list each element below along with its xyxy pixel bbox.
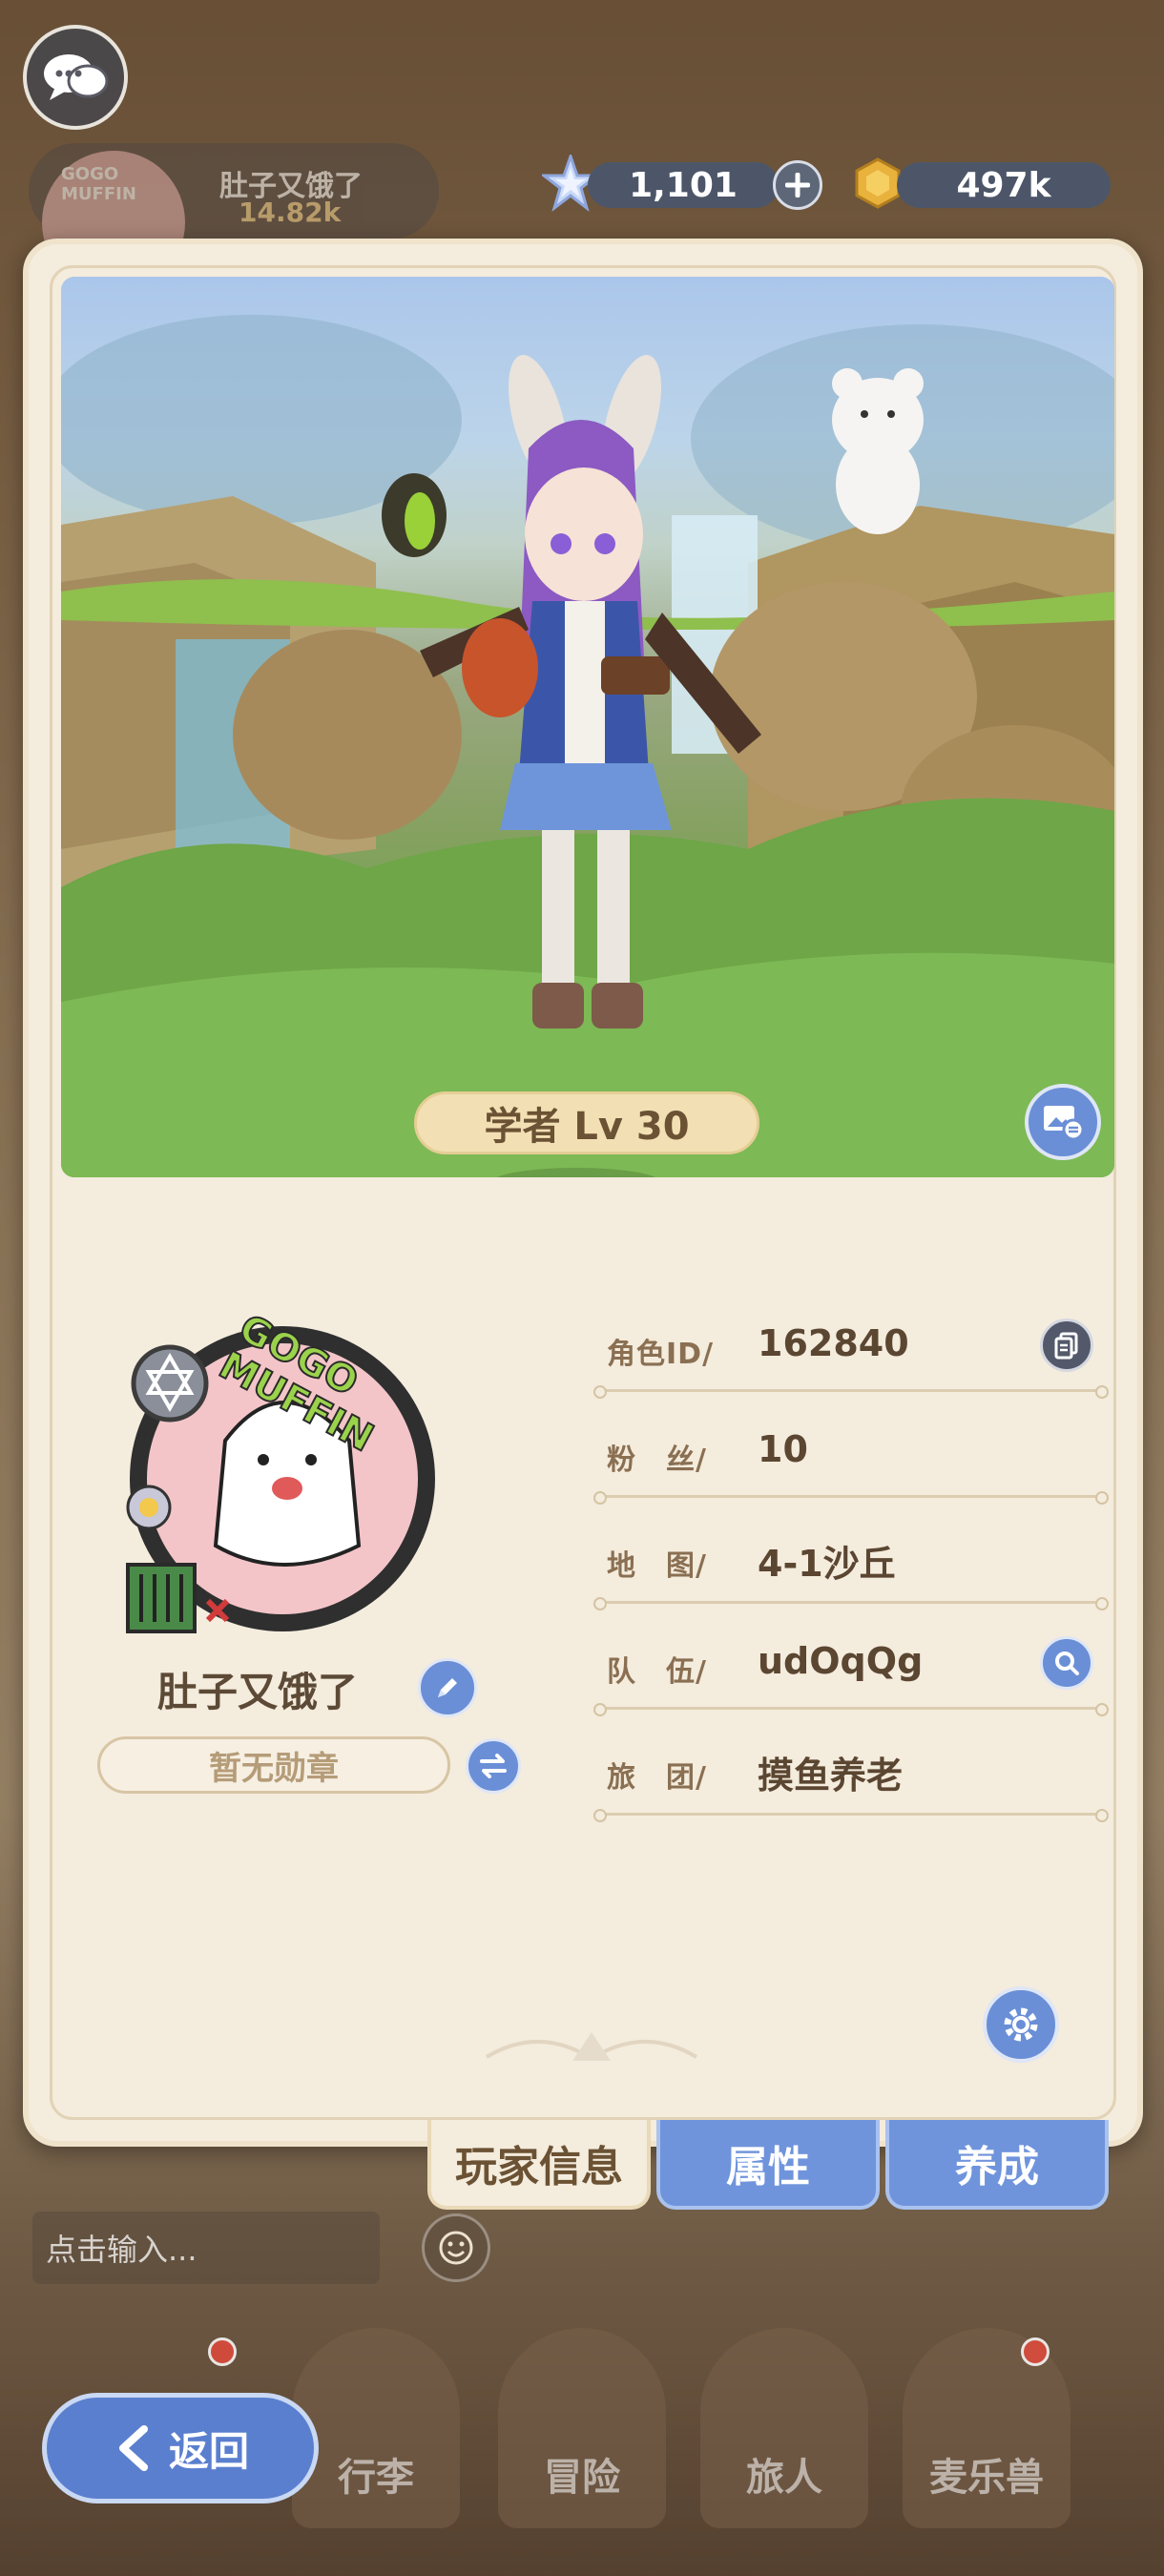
copy-icon bbox=[1054, 1332, 1078, 1360]
hud-avatar-logo-text: GOGO MUFFIN bbox=[61, 164, 136, 204]
info-value-fans: 10 bbox=[758, 1428, 808, 1470]
tab-attributes[interactable]: 属性 bbox=[656, 2120, 880, 2210]
back-label: 返回 bbox=[168, 2427, 249, 2475]
gear-icon bbox=[1004, 2007, 1038, 2042]
player-avatar[interactable]: GOGO MUFFIN bbox=[120, 1298, 483, 1660]
info-row-team: 队 伍/ udOqQg bbox=[593, 1627, 1109, 1732]
smiley-icon bbox=[439, 2231, 473, 2265]
nav-luggage-label: 行李 bbox=[338, 2456, 414, 2500]
hud-player-power: 14.82k bbox=[239, 197, 342, 228]
crystal-counter: 1,101 bbox=[588, 162, 779, 208]
edit-name-button[interactable] bbox=[418, 1658, 477, 1717]
nav-pets-label: 麦乐兽 bbox=[929, 2456, 1044, 2500]
info-divider bbox=[593, 1385, 1109, 1399]
bird-companion bbox=[382, 473, 447, 557]
picture-swap-icon bbox=[1044, 1106, 1085, 1141]
player-name: 肚子又饿了 bbox=[156, 1669, 358, 1715]
character-scene: 学者 Lv 30 bbox=[61, 277, 1114, 1177]
nav-adventure[interactable]: 冒险 bbox=[498, 2328, 666, 2528]
tab-player-info[interactable]: 玩家信息 bbox=[427, 2120, 651, 2210]
chat-input-placeholder: 点击输入... bbox=[46, 2232, 197, 2268]
info-value-map: 4-1沙丘 bbox=[758, 1543, 896, 1585]
info-label-team: 队 伍/ bbox=[607, 1655, 707, 1689]
info-divider bbox=[593, 1491, 1109, 1505]
swap-arrows-icon bbox=[480, 1754, 507, 1778]
nav-travelers[interactable]: 旅人 bbox=[700, 2328, 868, 2528]
crystal-amount: 1,101 bbox=[629, 165, 738, 205]
tab-cultivation-label: 养成 bbox=[955, 2143, 1039, 2192]
scene-illustration bbox=[61, 315, 1114, 1177]
info-label-fans: 粉 丝/ bbox=[607, 1444, 707, 1477]
chat-button[interactable] bbox=[23, 25, 128, 130]
medal-text: 暂无勋章 bbox=[209, 1749, 339, 1788]
class-level-text: 学者 Lv 30 bbox=[484, 1105, 690, 1149]
plus-icon bbox=[785, 173, 810, 197]
back-arrow-icon bbox=[118, 2425, 148, 2471]
info-value-role-id: 162840 bbox=[758, 1322, 909, 1364]
back-button[interactable]: 返回 bbox=[42, 2393, 319, 2503]
search-team-button[interactable] bbox=[1040, 1636, 1093, 1690]
info-row-role-id: 角色ID/ 162840 bbox=[593, 1309, 1109, 1414]
chat-bubbles-icon bbox=[44, 54, 109, 100]
info-row-guild: 旅 团/ 摸鱼养老 bbox=[593, 1733, 1109, 1838]
info-divider bbox=[593, 1809, 1109, 1822]
medal-slot[interactable]: 暂无勋章 bbox=[97, 1736, 450, 1794]
info-label-guild: 旅 团/ bbox=[607, 1761, 707, 1795]
coin-amount: 497k bbox=[956, 165, 1051, 205]
pencil-icon bbox=[438, 1678, 457, 1697]
info-label-role-id: 角色ID/ bbox=[607, 1338, 715, 1371]
nav-luggage[interactable]: 行李 bbox=[292, 2328, 460, 2528]
player-info-panel: 学者 Lv 30 bbox=[23, 239, 1143, 2147]
nav-travelers-label: 旅人 bbox=[746, 2456, 822, 2500]
tab-attributes-label: 属性 bbox=[726, 2143, 810, 2192]
info-divider bbox=[593, 1597, 1109, 1610]
add-crystal-button[interactable] bbox=[773, 160, 822, 210]
notification-dot bbox=[208, 2337, 237, 2366]
panel-ornament bbox=[485, 2032, 698, 2061]
info-row-map: 地 图/ 4-1沙丘 bbox=[593, 1521, 1109, 1626]
emoji-button[interactable] bbox=[422, 2213, 490, 2282]
nav-adventure-label: 冒险 bbox=[544, 2456, 620, 2500]
settings-button[interactable] bbox=[983, 1986, 1059, 2063]
copy-id-button[interactable] bbox=[1040, 1319, 1093, 1372]
class-level-badge: 学者 Lv 30 bbox=[414, 1091, 759, 1154]
info-label-map: 地 图/ bbox=[607, 1549, 707, 1583]
info-divider bbox=[593, 1703, 1109, 1716]
swap-medal-button[interactable] bbox=[466, 1738, 521, 1794]
tab-player-info-label: 玩家信息 bbox=[455, 2143, 623, 2192]
coin-counter: 497k bbox=[897, 162, 1111, 208]
info-row-fans: 粉 丝/ 10 bbox=[593, 1415, 1109, 1520]
notification-dot bbox=[1021, 2337, 1050, 2366]
hud-player-card[interactable]: GOGO MUFFIN 肚子又饿了 14.82k bbox=[29, 143, 439, 294]
change-background-button[interactable] bbox=[1025, 1084, 1101, 1160]
search-icon bbox=[1055, 1652, 1079, 1675]
tab-cultivation[interactable]: 养成 bbox=[885, 2120, 1109, 2210]
info-value-team: udOqQg bbox=[758, 1640, 924, 1682]
chat-input[interactable]: 点击输入... bbox=[32, 2212, 380, 2284]
info-value-guild: 摸鱼养老 bbox=[758, 1755, 904, 1797]
